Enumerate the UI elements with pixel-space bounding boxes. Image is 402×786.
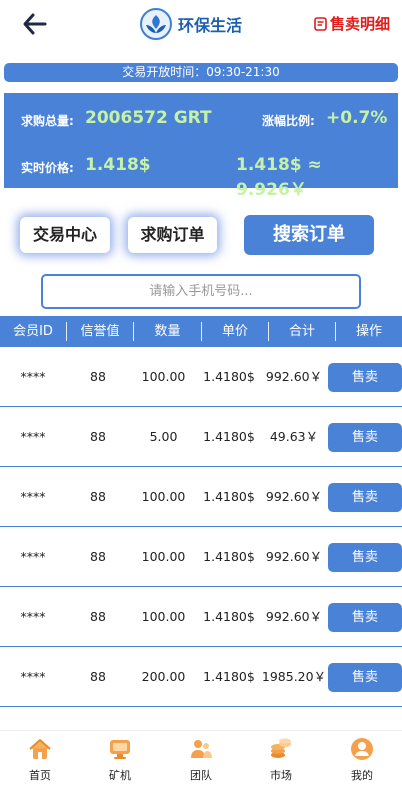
profile-icon [351, 738, 373, 760]
credit-cell: 88 [90, 609, 106, 624]
total-cell: 49.63￥ [269, 429, 319, 444]
quantity-cell: 100.00 [141, 489, 186, 504]
unit-price-cell: 1.4180$ [203, 609, 255, 624]
unit-price-cell: 1.4180$ [203, 669, 255, 684]
total-cell: 1985.20￥ [261, 669, 327, 684]
sell-button[interactable]: 售卖 [328, 423, 402, 452]
change-ratio-value: +0.7% [326, 108, 388, 128]
market-stats-panel: 求购总量: 2006572 GRT 涨幅比例: +0.7% 实时价格: 1.41… [4, 93, 398, 200]
buy-orders-button[interactable]: 求购订单 [128, 217, 217, 253]
total-cell: 992.60￥ [265, 609, 323, 624]
trading-hours-bar: 交易开放时间：09:30-21:30 [4, 63, 398, 82]
column-header-credit: 信誉值 [80, 324, 120, 339]
tab-team[interactable]: 团队 [161, 731, 241, 786]
sell-detail-link[interactable]: 售卖明细 [314, 13, 390, 34]
price-conversion-value: 1.418$ ≈ 9.926￥ [236, 155, 322, 200]
total-cell: 992.60￥ [265, 489, 323, 504]
eco-logo-icon [140, 8, 172, 40]
orders-table-header: 会员ID 信誉值 数量 单价 合计 操作 [0, 316, 402, 347]
column-header-member-id: 会员ID [13, 324, 53, 339]
quantity-cell: 5.00 [149, 429, 178, 444]
tab-home-label: 首页 [29, 769, 51, 782]
tab-miner[interactable]: 矿机 [80, 731, 160, 786]
member-id-cell: **** [20, 549, 46, 564]
member-id-cell: **** [20, 429, 46, 444]
table-row: **** 88 100.00 1.4180$ 992.60￥ 售卖 [0, 527, 402, 587]
app-title: 环保生活 [178, 16, 243, 35]
unit-price-cell: 1.4180$ [203, 549, 255, 564]
tab-home[interactable]: 首页 [0, 731, 80, 786]
tab-miner-label: 矿机 [109, 769, 131, 782]
bottom-tab-bar: 首页 矿机 团队 市场 我的 [0, 730, 402, 786]
table-row: **** 88 100.00 1.4180$ 992.60￥ 售卖 [0, 347, 402, 407]
member-id-cell: **** [20, 489, 46, 504]
member-id-cell: **** [20, 669, 46, 684]
credit-cell: 88 [90, 369, 106, 384]
brand: 环保生活 [140, 8, 242, 40]
total-purchase-label: 求购总量: [21, 114, 74, 128]
search-orders-button[interactable]: 搜索订单 [244, 215, 374, 255]
sell-button[interactable]: 售卖 [328, 603, 402, 632]
market-icon [271, 738, 291, 758]
back-arrow-icon[interactable] [22, 12, 48, 36]
team-icon [191, 740, 212, 758]
miner-icon [110, 740, 130, 759]
tab-team-label: 团队 [190, 769, 212, 782]
quantity-cell: 200.00 [141, 669, 186, 684]
total-purchase-value: 2006572 GRT [85, 108, 212, 128]
top-header: 环保生活 售卖明细 [0, 0, 402, 50]
credit-cell: 88 [90, 429, 106, 444]
document-icon [314, 16, 327, 31]
realtime-price-label: 实时价格: [21, 161, 74, 175]
table-row: **** 88 100.00 1.4180$ 992.60￥ 售卖 [0, 587, 402, 647]
unit-price-cell: 1.4180$ [203, 429, 255, 444]
column-header-action: 操作 [355, 324, 382, 339]
sell-button[interactable]: 售卖 [328, 483, 402, 512]
unit-price-cell: 1.4180$ [203, 369, 255, 384]
sell-button[interactable]: 售卖 [328, 363, 402, 392]
quantity-cell: 100.00 [141, 549, 186, 564]
sell-button[interactable]: 售卖 [328, 663, 402, 692]
unit-price-cell: 1.4180$ [203, 489, 255, 504]
column-header-quantity: 数量 [154, 324, 181, 339]
tab-market[interactable]: 市场 [241, 731, 321, 786]
total-cell: 992.60￥ [265, 369, 323, 384]
tab-market-label: 市场 [270, 769, 292, 782]
credit-cell: 88 [90, 669, 106, 684]
credit-cell: 88 [90, 489, 106, 504]
table-row: **** 88 100.00 1.4180$ 992.60￥ 售卖 [0, 467, 402, 527]
tab-profile[interactable]: 我的 [322, 731, 402, 786]
trade-center-button[interactable]: 交易中心 [20, 217, 110, 253]
home-icon [29, 739, 51, 759]
tab-profile-label: 我的 [351, 769, 373, 782]
member-id-cell: **** [20, 609, 46, 624]
column-header-unit-price: 单价 [221, 324, 248, 339]
quantity-cell: 100.00 [141, 369, 186, 384]
total-cell: 992.60￥ [265, 549, 323, 564]
change-ratio-label: 涨幅比例: [262, 114, 315, 128]
member-id-cell: **** [20, 369, 46, 384]
quantity-cell: 100.00 [141, 609, 186, 624]
realtime-price-value: 1.418$ [85, 155, 151, 175]
credit-cell: 88 [90, 549, 106, 564]
table-row: **** 88 200.00 1.4180$ 1985.20￥ 售卖 [0, 647, 402, 707]
column-header-total: 合计 [288, 324, 315, 339]
sell-button[interactable]: 售卖 [328, 543, 402, 572]
sell-detail-label: 售卖明细 [329, 15, 390, 33]
phone-search-input[interactable] [41, 274, 361, 309]
table-row: **** 88 5.00 1.4180$ 49.63￥ 售卖 [0, 407, 402, 467]
